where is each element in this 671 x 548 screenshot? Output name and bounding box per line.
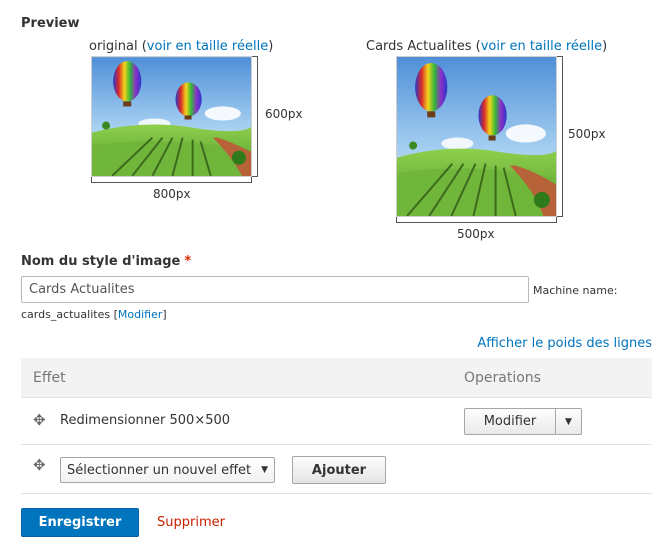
styled-width-label: 500px	[457, 227, 495, 241]
operations-column-header: Operations	[464, 370, 541, 386]
original-width-label: 800px	[153, 187, 191, 201]
modify-effect-button[interactable]: Modifier	[464, 408, 556, 435]
show-row-weights-link[interactable]: Afficher le poids des lignes	[477, 336, 652, 351]
styled-preview-image[interactable]	[396, 56, 557, 217]
machine-name-value: cards_actualites [Modifier]	[21, 308, 167, 321]
drag-handle-icon[interactable]: ✥	[33, 458, 46, 473]
effects-table-header: Effet Operations	[21, 358, 652, 398]
effect-label: Redimensionner 500×500	[60, 413, 231, 428]
height-dimension-line	[557, 56, 563, 217]
height-dimension-line	[252, 56, 258, 177]
select-value: Sélectionner un nouvel effet	[67, 462, 252, 478]
original-preview-image[interactable]	[91, 56, 252, 177]
styled-full-size-link[interactable]: voir en taille réelle	[481, 39, 602, 54]
operations-split-button: Modifier ▼	[464, 408, 582, 435]
chevron-down-icon: ▼	[261, 465, 268, 475]
bracket: ]	[162, 308, 167, 321]
width-dimension-line	[396, 217, 557, 223]
effect-column-header: Effet	[33, 370, 66, 386]
delete-link[interactable]: Supprimer	[157, 515, 225, 530]
chevron-down-icon: ▼	[565, 416, 572, 427]
machine-name-label: Machine name:	[533, 284, 618, 297]
machine-name-edit-link[interactable]: Modifier	[118, 308, 162, 321]
width-dimension-line	[91, 177, 252, 183]
original-preview-caption: original (voir en taille réelle)	[89, 39, 273, 54]
caption-text: Cards Actualites (	[366, 39, 481, 54]
add-effect-button[interactable]: Ajouter	[292, 456, 386, 484]
new-effect-select[interactable]: Sélectionner un nouvel effet ▼	[60, 457, 275, 483]
image-style-name-input[interactable]	[21, 276, 529, 303]
preview-title: Preview	[21, 16, 80, 31]
caption-text: )	[268, 39, 274, 54]
operations-dropdown-toggle[interactable]: ▼	[556, 408, 582, 435]
original-full-size-link[interactable]: voir en taille réelle	[147, 39, 268, 54]
image-style-name-label: Nom du style d'image *	[21, 254, 191, 269]
drag-handle-icon[interactable]: ✥	[33, 413, 46, 428]
caption-text: )	[602, 39, 608, 54]
styled-preview-caption: Cards Actualites (voir en taille réelle)	[366, 39, 607, 54]
label-text: Nom du style d'image	[21, 254, 181, 269]
required-marker: *	[184, 254, 192, 269]
save-button[interactable]: Enregistrer	[21, 508, 139, 537]
styled-height-label: 500px	[568, 127, 606, 141]
original-height-label: 600px	[265, 107, 303, 121]
machine-name-text: cards_actualites	[21, 308, 111, 321]
caption-text: original (	[89, 39, 147, 54]
